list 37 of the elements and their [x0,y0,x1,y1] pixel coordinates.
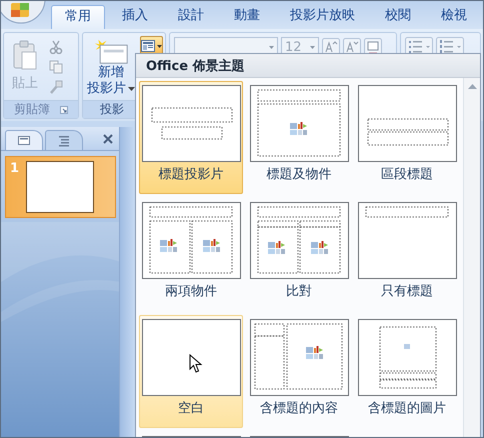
caret-icon [310,46,315,48]
panel-tab[interactable] [45,130,83,150]
ribbon-tab[interactable]: 插入 [109,5,161,29]
group-label: 剪貼簿 [14,101,50,118]
outline-icon [57,134,71,148]
ribbon-tab[interactable]: 投影片放映 [277,5,368,29]
layout-option[interactable]: 空白 [139,315,243,428]
gallery-title: Office 佈景主題 [146,58,245,74]
layout-option[interactable]: 含標題的圖片 [355,315,459,428]
layout-option[interactable]: 兩項物件 [139,198,243,311]
caret-icon [269,46,274,48]
ribbon-tab[interactable]: 動畫 [221,5,273,29]
layout-option[interactable]: 比對 [247,198,351,311]
layout-option[interactable]: 標題投影片 [139,81,243,194]
caret-icon [157,44,162,48]
layout-option[interactable]: 標題及物件 [247,81,351,194]
slide-icon [17,134,31,148]
scroll-up-icon[interactable] [468,84,476,89]
copy-icon[interactable] [49,60,63,74]
layout-option[interactable]: 含標題的內容 [247,315,351,428]
dialog-launcher-icon[interactable] [60,106,68,114]
ribbon-tab[interactable]: 常用 [51,5,105,29]
caret-icon [128,87,135,91]
mouse-pointer-icon [189,354,203,374]
close-icon[interactable] [103,134,113,144]
clipboard-icon [12,40,38,70]
scrollbar[interactable] [463,78,480,437]
ribbon-tab[interactable]: 檢視 [428,5,480,29]
group-label: 投影 [100,101,124,118]
layout-option[interactable]: 只有標題 [355,198,459,311]
new-slide-button[interactable]: 新增 投影片 [86,36,136,97]
layout-option[interactable]: 區段標題 [355,81,459,194]
scissors-icon[interactable] [49,40,63,54]
ribbon-tab[interactable]: 校閱 [372,5,424,29]
brush-icon[interactable] [49,80,63,94]
panel-tab[interactable] [5,130,43,150]
ribbon-tab[interactable]: 設計 [165,5,217,29]
